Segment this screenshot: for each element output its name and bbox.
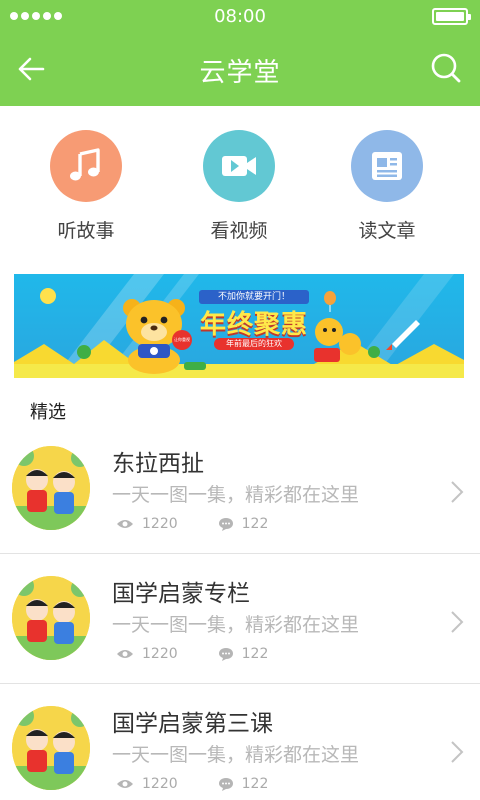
shortcut-label: 听故事: [57, 220, 115, 242]
battery-icon: [432, 8, 471, 25]
shortcut-icon-circle: [50, 130, 122, 202]
comment-count-value: 122: [241, 776, 269, 792]
chevron-right-icon: [451, 741, 464, 763]
music-note-icon: [70, 148, 100, 181]
banner-tagline: 不加你就要开门！: [217, 292, 290, 302]
comment-count: 122: [218, 646, 269, 662]
item-stats: 1220 122: [116, 646, 308, 662]
chevron-right-icon: [451, 611, 464, 633]
banner-badge: 让你重视: [174, 337, 190, 342]
page-title: 云学堂: [199, 58, 281, 88]
avatar: [12, 446, 90, 530]
view-count: 1220: [116, 646, 178, 662]
shortcut-label: 读文章: [358, 220, 416, 242]
comment-bubble-icon: [218, 777, 233, 791]
comment-count: 122: [218, 516, 269, 532]
eye-icon: [117, 780, 133, 788]
list-item[interactable]: 国学启蒙专栏 一天一图一集，精彩都在这里 1220 122: [0, 554, 480, 684]
comment-bubble-icon: [218, 517, 233, 531]
promo-banner[interactable]: 不加你就要开门！ 年终聚惠 年前最后的狂欢 让你重视: [14, 274, 464, 378]
avatar: [12, 576, 90, 660]
shortcut-listen-stories[interactable]: 听故事: [26, 130, 146, 243]
search-button[interactable]: [426, 48, 466, 88]
banner-headline: 年终聚惠: [199, 310, 308, 340]
comment-bubble-icon: [218, 647, 233, 661]
comment-count: 122: [218, 776, 269, 792]
view-count-value: 1220: [142, 516, 178, 532]
chevron-right-icon: [451, 481, 464, 503]
list-item[interactable]: 东拉西扯 一天一图一集，精彩都在这里 1220 122: [0, 424, 480, 554]
shortcut-icon-circle: [351, 130, 423, 202]
cartoon-kids-thumbnail: [12, 446, 90, 530]
shortcut-read-articles[interactable]: 读文章: [327, 130, 447, 243]
shortcut-watch-videos[interactable]: 看视频: [179, 130, 299, 243]
category-shortcuts: 听故事 看视频 读文章: [0, 106, 480, 266]
view-count: 1220: [116, 776, 178, 792]
item-subtitle: 一天一图一集，精彩都在这里: [112, 744, 360, 766]
article-icon: [372, 152, 402, 180]
shortcut-icon-circle: [203, 130, 275, 202]
app-header: 08:00 云学堂: [0, 0, 480, 106]
banner-subline: 年前最后的狂欢: [226, 339, 282, 348]
video-camera-icon: [222, 156, 256, 176]
eye-icon: [117, 650, 133, 658]
item-title: 国学启蒙第三课: [112, 711, 273, 737]
shortcut-label: 看视频: [210, 220, 268, 242]
item-subtitle: 一天一图一集，精彩都在这里: [112, 484, 360, 506]
list-item[interactable]: 国学启蒙第三课 一天一图一集，精彩都在这里 1220 122: [0, 684, 480, 800]
item-subtitle: 一天一图一集，精彩都在这里: [112, 614, 360, 636]
status-time: 08:00: [214, 6, 266, 27]
cartoon-kids-thumbnail: [12, 576, 90, 660]
comment-count-value: 122: [241, 516, 269, 532]
status-bar: 08:00: [0, 0, 480, 34]
item-stats: 1220 122: [116, 516, 308, 532]
item-title: 东拉西扯: [112, 451, 204, 477]
featured-list: 东拉西扯 一天一图一集，精彩都在这里 1220 122 国学启蒙专栏 一天一图一…: [0, 424, 480, 800]
item-stats: 1220 122: [116, 776, 308, 792]
view-count: 1220: [116, 516, 178, 532]
section-title-featured: 精选: [30, 402, 66, 423]
view-count-value: 1220: [142, 776, 178, 792]
eye-icon: [117, 520, 133, 528]
view-count-value: 1220: [142, 646, 178, 662]
avatar: [12, 706, 90, 790]
comment-count-value: 122: [241, 646, 269, 662]
search-icon: [431, 53, 461, 83]
cartoon-kids-thumbnail: [12, 706, 90, 790]
item-title: 国学启蒙专栏: [112, 581, 250, 607]
